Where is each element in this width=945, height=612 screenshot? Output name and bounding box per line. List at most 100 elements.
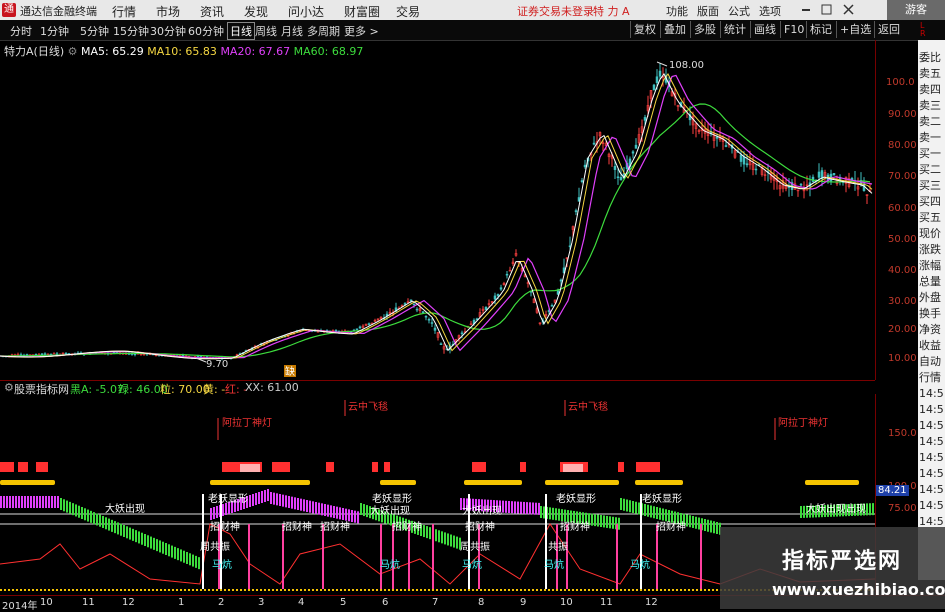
ribbon-segment xyxy=(81,507,83,519)
signal-bar xyxy=(0,480,55,485)
ribbon-segment xyxy=(153,537,155,550)
period-15min[interactable]: 15分钟 xyxy=(113,23,149,39)
candlestick-chart[interactable]: 108.00 9.70 缺 xyxy=(0,40,875,380)
btn-tongji[interactable]: 统计 xyxy=(720,21,749,38)
btn-biaoji[interactable]: 标记 xyxy=(806,21,835,38)
ribbon-segment xyxy=(63,499,65,512)
btn-f10[interactable]: F10 xyxy=(780,21,807,38)
candle-body xyxy=(643,117,647,121)
quote-row-label: 收益 xyxy=(919,339,941,352)
candle-body xyxy=(832,173,836,176)
ribbon-segment xyxy=(300,498,302,511)
ribbon-segment xyxy=(27,496,29,508)
ribbon-segment xyxy=(186,552,188,564)
period-weekly[interactable]: 周线 xyxy=(255,23,277,39)
period-1min[interactable]: 1分钟 xyxy=(40,23,69,39)
app-logo-icon: 通 xyxy=(2,3,16,17)
signal-label: 招财神 xyxy=(392,520,422,533)
period-fenshi[interactable]: 分时 xyxy=(10,23,32,39)
ribbon-segment xyxy=(354,510,356,523)
ribbon-segment xyxy=(138,531,140,544)
ribbon-segment xyxy=(318,502,320,515)
ribbon-segment xyxy=(312,501,314,514)
menu-gongshi[interactable]: 公式 xyxy=(728,3,750,19)
time-axis-label: 2 xyxy=(218,597,225,608)
quote-row-label: 行情 xyxy=(919,371,941,384)
high-marker-label: 108.00 xyxy=(669,60,704,71)
quote-row-label: 现价 xyxy=(919,227,941,240)
login-status[interactable]: 证券交易未登录 xyxy=(517,3,594,19)
ribbon-segment xyxy=(803,505,805,518)
quote-row-label: 涨跌 xyxy=(919,243,941,256)
period-30min[interactable]: 30分钟 xyxy=(150,23,186,39)
ribbon-segment xyxy=(249,495,251,507)
period-5min[interactable]: 5分钟 xyxy=(80,23,109,39)
price-tick: 20.00 xyxy=(888,324,917,335)
quote-row-label: 14:5 xyxy=(919,483,944,496)
btn-fanhui[interactable]: 返回 xyxy=(874,21,903,38)
ribbon-segment xyxy=(258,492,260,504)
menu-faxian[interactable]: 发现 xyxy=(244,3,268,20)
ribbon-segment xyxy=(656,507,658,519)
btn-duogu[interactable]: 多股 xyxy=(690,21,719,38)
ribbon-segment xyxy=(600,515,602,527)
signal-label: 马炕 xyxy=(630,558,650,571)
menu-shichang[interactable]: 市场 xyxy=(156,3,180,20)
menu-zixun[interactable]: 资讯 xyxy=(200,3,224,20)
ribbon-segment xyxy=(502,500,504,513)
ribbon-segment xyxy=(348,509,350,522)
ribbon-segment xyxy=(520,501,522,514)
period-toolbar: 分时 1分钟 5分钟 15分钟 30分钟 60分钟 日线 周线 月线 多周期 更… xyxy=(0,20,945,41)
ribbon-segment xyxy=(120,523,122,536)
period-60min[interactable]: 60分钟 xyxy=(188,23,224,39)
ribbon-segment xyxy=(360,503,362,515)
ribbon-segment xyxy=(96,513,98,526)
menu-caifuquan[interactable]: 财富圈 xyxy=(344,3,380,20)
ribbon-segment xyxy=(294,497,296,510)
guest-button[interactable]: 游客 xyxy=(887,0,945,20)
ribbon-segment xyxy=(18,496,20,508)
time-axis-label: 12 xyxy=(645,597,658,608)
period-monthly[interactable]: 月线 xyxy=(281,23,303,39)
period-more[interactable]: 更多 > xyxy=(344,23,379,39)
ribbon-segment xyxy=(429,527,431,540)
ribbon-segment xyxy=(538,502,540,515)
period-daily[interactable]: 日线 xyxy=(227,22,255,40)
stock-name-label: 特 力 A xyxy=(593,5,630,18)
panel-toggle[interactable]: LR xyxy=(920,22,926,38)
candle-body xyxy=(739,154,743,162)
ribbon-segment xyxy=(192,554,194,567)
ribbon-segment xyxy=(517,501,519,514)
signal-block xyxy=(36,462,48,472)
candle-body xyxy=(742,156,746,165)
ribbon-segment xyxy=(450,534,452,547)
ribbon-segment xyxy=(333,506,335,518)
ribbon-segment xyxy=(647,504,649,517)
watermark: 指标严选网 www.xuezhibiao.com xyxy=(720,527,945,609)
ma20-line xyxy=(0,74,873,359)
menu-hangqing[interactable]: 行情 xyxy=(112,3,136,20)
candle-body xyxy=(634,144,638,149)
restore-icon xyxy=(821,4,832,15)
menu-banmian[interactable]: 版面 xyxy=(697,3,719,19)
btn-fuquan[interactable]: 复权 xyxy=(630,21,659,38)
signal-pillar xyxy=(545,494,547,589)
watermark-en: www.xuezhibiao.com xyxy=(772,580,945,599)
menu-jiaoyi[interactable]: 交易 xyxy=(396,3,420,20)
indicator-settings-icon[interactable]: ⚙ xyxy=(4,381,14,394)
btn-huaxian[interactable]: 画线 xyxy=(750,21,779,38)
menu-xuanxiang[interactable]: 选项 xyxy=(759,3,781,19)
time-axis-label: 8 xyxy=(478,597,485,608)
ribbon-segment xyxy=(264,490,266,502)
ribbon-segment xyxy=(570,510,572,523)
period-multi[interactable]: 多周期 xyxy=(307,23,340,39)
ribbon-segment xyxy=(303,499,305,512)
menu-wenxiaoda[interactable]: 问小达 xyxy=(288,3,324,20)
signal-label: 老妖显形 xyxy=(642,492,682,505)
menu-gongneng[interactable]: 功能 xyxy=(666,3,688,19)
signal-label: 云中飞毯 xyxy=(568,400,608,413)
ribbon-segment xyxy=(321,503,323,516)
btn-diejia[interactable]: 叠加 xyxy=(660,21,689,38)
btn-add-watchlist[interactable]: +自选 xyxy=(836,21,874,38)
ribbon-segment xyxy=(532,502,534,515)
